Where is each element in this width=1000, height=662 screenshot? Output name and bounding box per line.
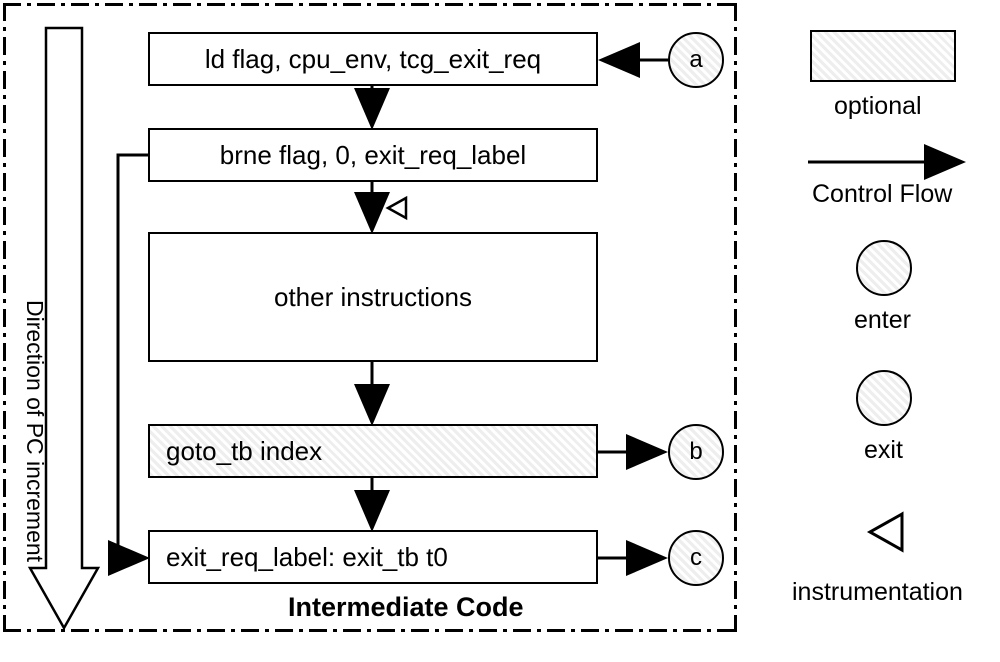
legend-exit-circle xyxy=(856,370,912,426)
legend-control-flow-label: Control Flow xyxy=(812,180,952,209)
legend-enter-label: enter xyxy=(854,306,911,335)
legend-optional-label: optional xyxy=(834,92,922,121)
legend-optional-box xyxy=(810,30,956,82)
legend-enter-circle xyxy=(856,240,912,296)
legend-instrumentation-icon xyxy=(864,510,914,560)
legend-exit-label: exit xyxy=(864,436,903,465)
diagram-canvas: Direction of PC increment ld flag, cpu_e… xyxy=(0,0,1000,662)
legend-instrumentation-label: instrumentation xyxy=(792,578,963,607)
legend-control-flow-arrow xyxy=(804,150,974,180)
